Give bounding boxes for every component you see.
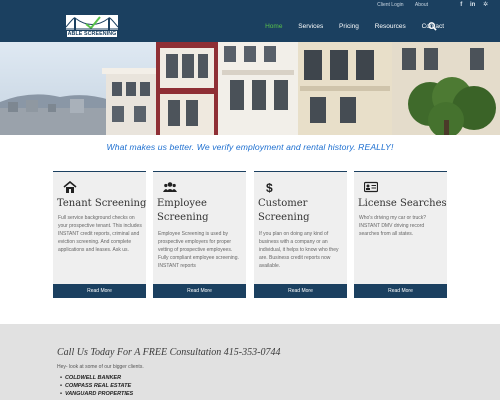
- service-description: If you plan on doing any kind of busines…: [259, 231, 339, 269]
- primary-nav: Home Services Pricing Resources Contact: [251, 23, 444, 30]
- home-icon: [63, 181, 77, 193]
- client-list: COLDWELL BANKER COMPASS REAL ESTATE VANG…: [60, 374, 133, 398]
- list-item: COMPASS REAL ESTATE: [60, 382, 133, 390]
- linkedin-icon[interactable]: in: [470, 2, 475, 8]
- service-title: Employee Screening: [157, 198, 209, 223]
- service-description: Full service background checks on your p…: [58, 215, 142, 253]
- nav-home[interactable]: Home: [265, 23, 282, 30]
- service-description: Who's driving my car or truck? INSTANT D…: [359, 215, 427, 237]
- consultation-heading: Call Us Today For A FREE Consultation 41…: [57, 347, 281, 358]
- yelp-icon[interactable]: ✲: [483, 2, 488, 8]
- read-more-button[interactable]: Read More: [354, 284, 447, 298]
- logo-wordmark: ABLE SCREENING: [66, 30, 118, 38]
- client-login-link[interactable]: Client Login: [377, 2, 403, 8]
- nav-services[interactable]: Services: [298, 23, 323, 30]
- service-card-employee: Employee Screening Employee Screening is…: [153, 171, 246, 298]
- nav-pricing[interactable]: Pricing: [339, 23, 359, 30]
- bridge-logo-icon: [66, 15, 118, 31]
- service-description: Employee Screening is used by prospectiv…: [158, 231, 239, 269]
- consultation-section: Call Us Today For A FREE Consultation 41…: [0, 324, 500, 400]
- service-title: License Searches: [358, 198, 447, 209]
- site-logo[interactable]: ABLE SCREENING: [66, 15, 118, 39]
- utility-links: Client Login About: [367, 2, 428, 8]
- victorian-houses-photo: [0, 42, 500, 135]
- nav-resources[interactable]: Resources: [375, 23, 406, 30]
- facebook-icon[interactable]: f: [460, 2, 462, 8]
- utility-bar: Client Login About f in ✲: [0, 0, 500, 12]
- tagline: What makes us better. We verify employme…: [106, 142, 394, 152]
- clients-intro: Hey- look at some of our bigger clients.: [57, 364, 144, 370]
- main-header: ABLE SCREENING Home Services Pricing Res…: [0, 12, 500, 42]
- hero-image: [0, 42, 500, 135]
- dollar-icon: $: [266, 181, 273, 193]
- social-links: f in ✲: [454, 1, 488, 8]
- service-title: Customer Screening: [258, 198, 310, 223]
- read-more-button[interactable]: Read More: [153, 284, 246, 298]
- service-card-tenant: Tenant Screening Full service background…: [53, 171, 146, 298]
- svg-text:$: $: [266, 181, 273, 193]
- read-more-button[interactable]: Read More: [53, 284, 146, 298]
- search-icon[interactable]: [428, 22, 437, 31]
- users-icon: [163, 182, 177, 192]
- id-card-icon: [364, 181, 378, 193]
- service-title: Tenant Screening: [57, 198, 147, 209]
- service-card-license: License Searches Who's driving my car or…: [354, 171, 447, 298]
- service-card-customer: $ Customer Screening If you plan on doin…: [254, 171, 347, 298]
- list-item: VANGUARD PROPERTIES: [60, 390, 133, 398]
- read-more-button[interactable]: Read More: [254, 284, 347, 298]
- list-item: COLDWELL BANKER: [60, 374, 133, 382]
- about-link[interactable]: About: [415, 2, 428, 8]
